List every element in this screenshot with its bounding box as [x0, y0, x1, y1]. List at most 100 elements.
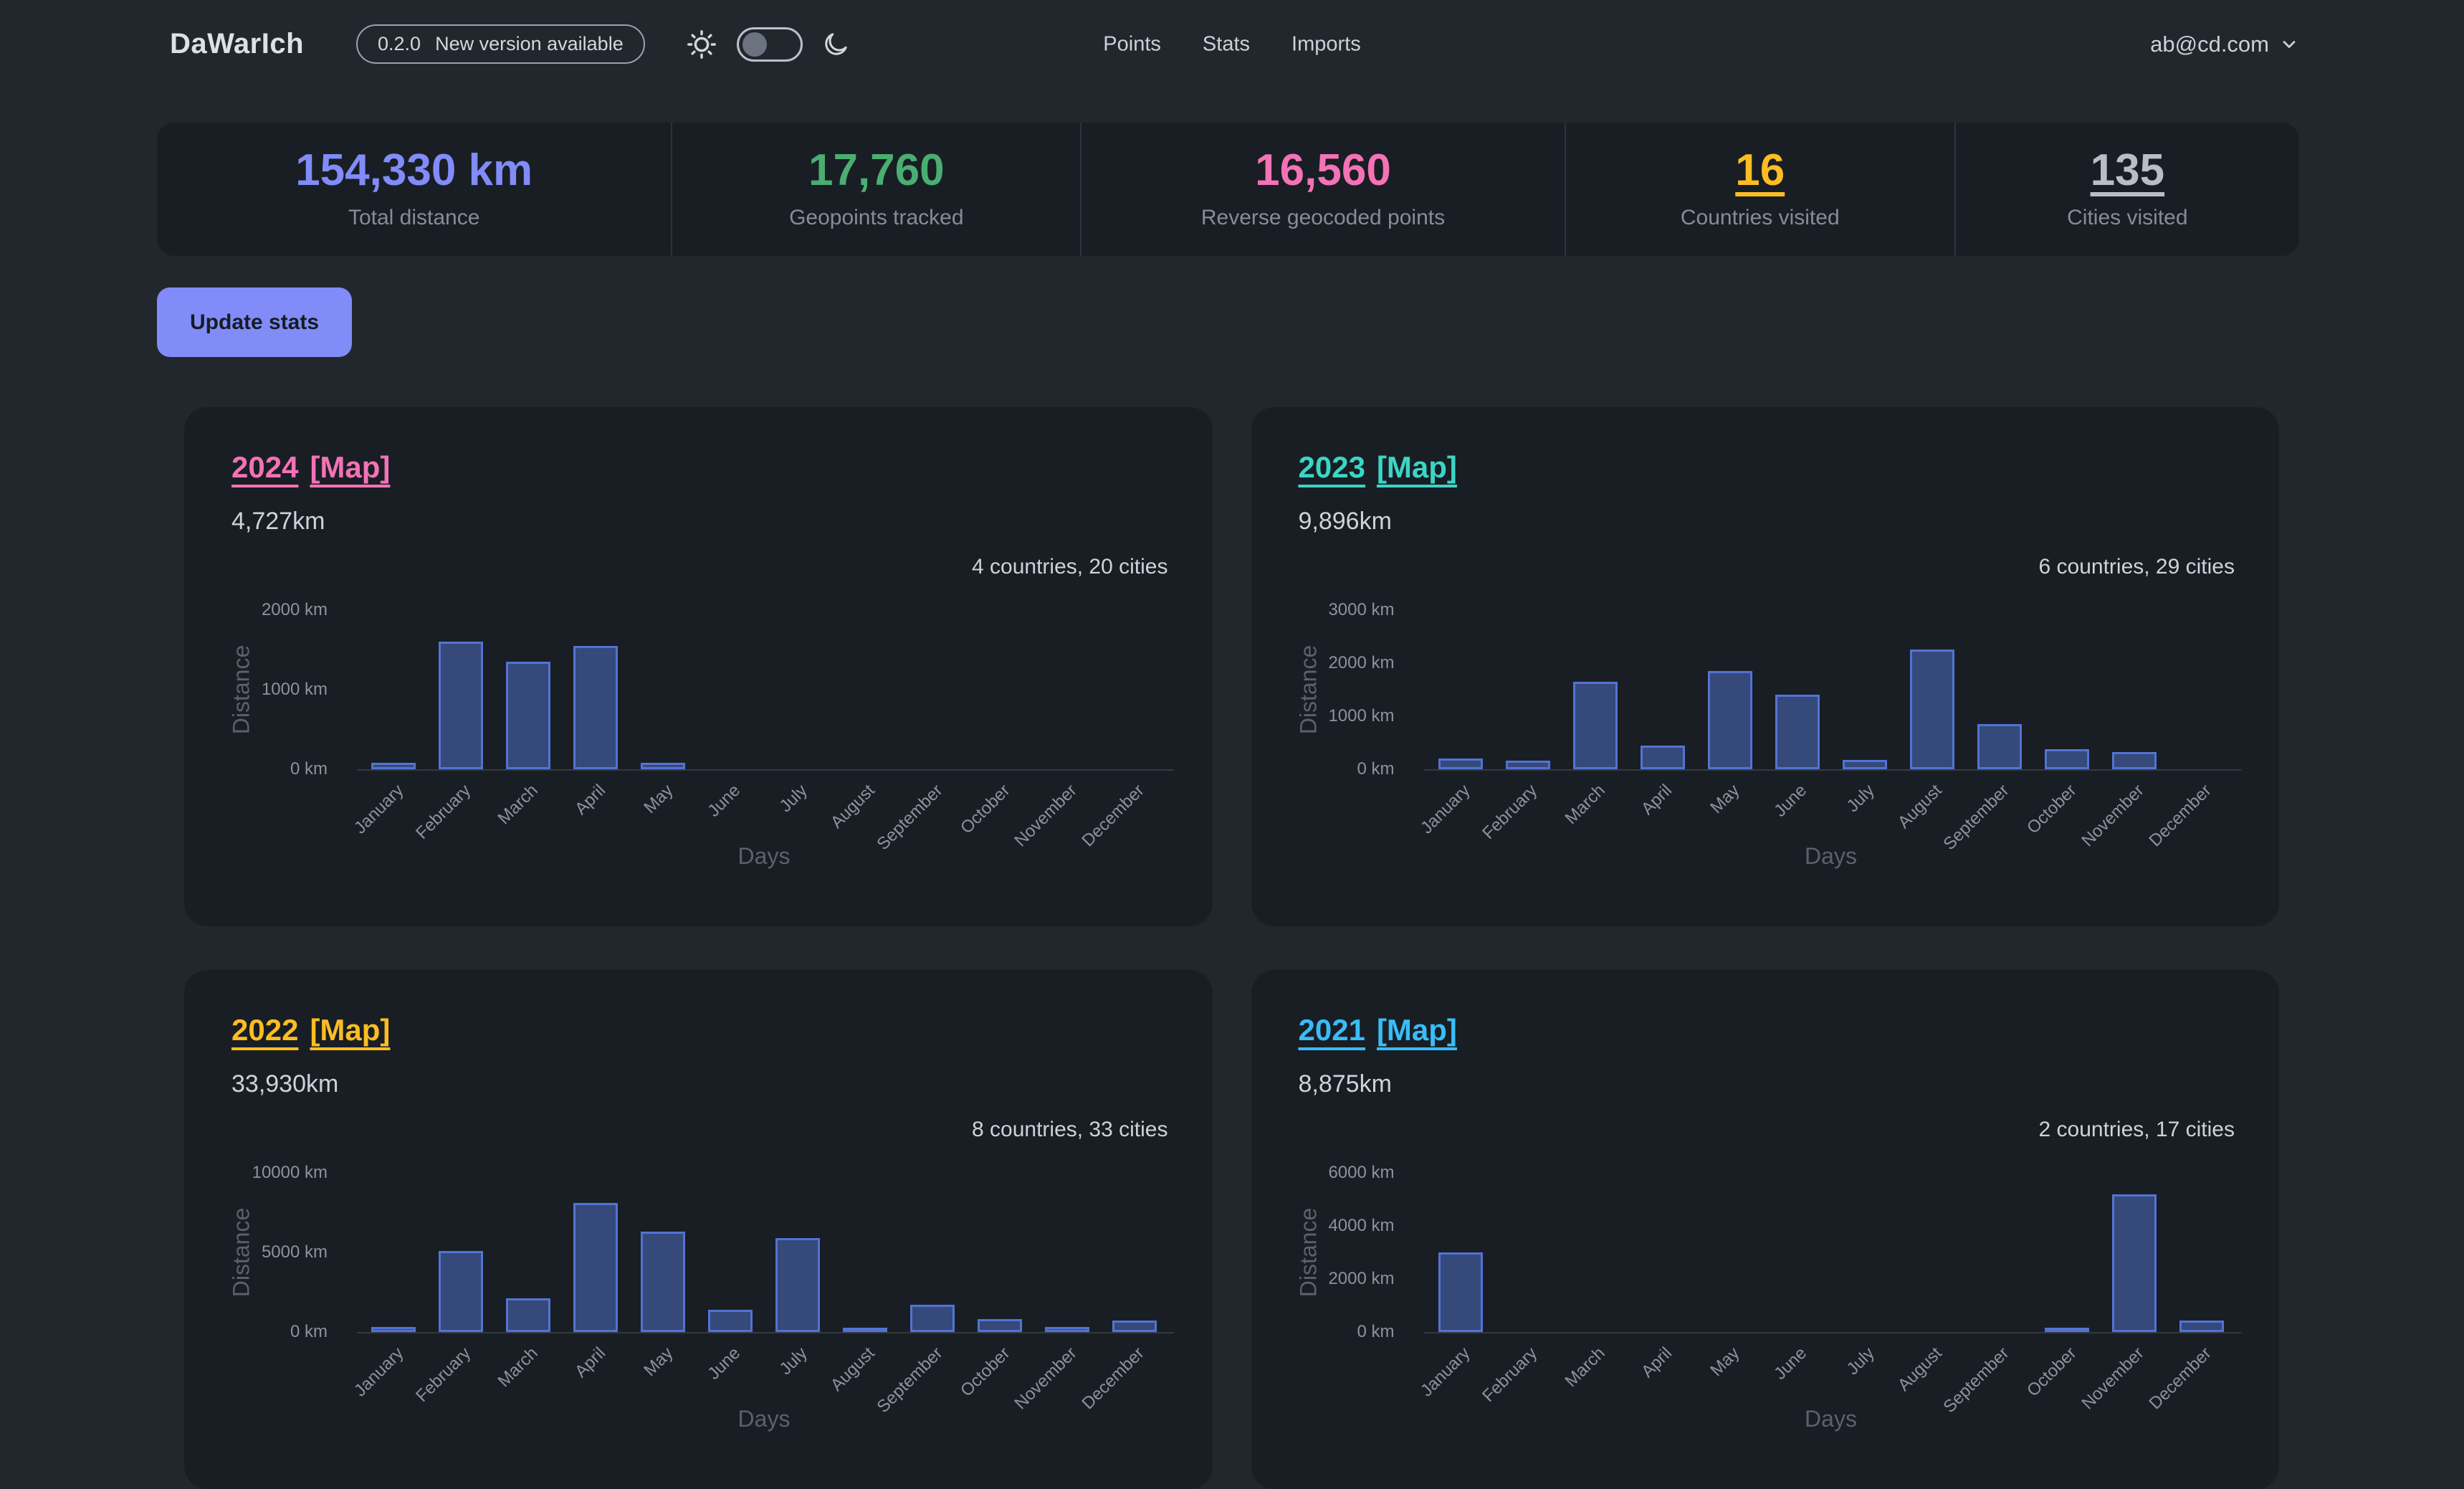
y-axis-tick: 0 km: [1280, 759, 1395, 779]
x-tick-label: February: [1479, 781, 1542, 844]
y-axis-tick: 0 km: [1280, 1322, 1395, 1342]
x-tick-label: October: [2023, 781, 2081, 838]
stats-row: 154,330 km Total distance 17,760Geopoints …: [157, 123, 2299, 256]
y-axis-tick: 0 km: [213, 1322, 328, 1342]
y-axis-tick: 3000 km: [1280, 600, 1395, 620]
stat-value[interactable]: 16: [1735, 148, 1785, 193]
y-axis-title: Distance: [1295, 645, 1322, 735]
bar-october: [2045, 749, 2089, 769]
user-email: ab@cd.com: [2150, 32, 2269, 57]
y-axis-title: Distance: [229, 1208, 255, 1298]
moon-icon: [821, 30, 850, 59]
bar-november: [1045, 1327, 1089, 1332]
x-axis-line: [1424, 769, 2241, 771]
version-number: 0.2.0: [378, 33, 421, 55]
x-tick-label: April: [571, 781, 610, 819]
x-tick-label: April: [1638, 781, 1677, 819]
user-menu[interactable]: ab@cd.com: [2150, 32, 2299, 57]
bar-may: [641, 1232, 685, 1332]
nav-item-points[interactable]: Points: [1103, 32, 1161, 56]
year-card-2023: 2023[Map]9,896km6 countries, 29 cities0 …: [1251, 407, 2280, 926]
sun-icon: [685, 28, 718, 61]
bar-may: [641, 763, 685, 769]
stat-label: Cities visited: [2067, 206, 2187, 230]
nav-item-stats[interactable]: Stats: [1203, 32, 1250, 56]
x-tick-label: March: [495, 1343, 543, 1392]
x-tick-label: June: [704, 781, 745, 822]
x-tick-label: August: [1894, 781, 1947, 833]
y-axis-tick: 10000 km: [213, 1163, 328, 1183]
x-tick-label: August: [827, 781, 879, 833]
year-cards-grid: 2024[Map]4,727km4 countries, 20 cities0 …: [184, 407, 2279, 1489]
stat-item-1: 154,330 km Total distance: [157, 123, 671, 256]
bar-april: [573, 1203, 618, 1332]
main-nav: Points Stats Imports: [1103, 32, 1360, 56]
y-axis-title: Distance: [229, 645, 255, 735]
x-tick-label: September: [1939, 781, 2013, 855]
x-axis-line: [1424, 1332, 2241, 1333]
stat-value: 17,760: [808, 148, 945, 193]
bar-february: [439, 642, 483, 769]
bar-february: [439, 1251, 483, 1332]
y-axis-title: Distance: [1295, 1208, 1322, 1298]
x-tick-label: January: [350, 1343, 408, 1401]
x-tick-label: September: [873, 781, 947, 855]
distance-chart-2023[interactable]: 0 km1000 km2000 km3000 kmDistanceDaysJan…: [1251, 407, 2280, 926]
distance-chart-2021[interactable]: 0 km2000 km4000 km6000 kmDistanceDaysJan…: [1251, 970, 2280, 1489]
x-tick-label: June: [1771, 781, 1812, 822]
x-axis-line: [357, 769, 1174, 771]
header: DaWarIch 0.2.0 New version available Poi…: [0, 0, 2464, 88]
theme-controls: [685, 27, 850, 62]
bar-march: [506, 662, 550, 769]
distance-chart-2022[interactable]: 0 km5000 km10000 kmDistanceDaysJanuaryFe…: [184, 970, 1213, 1489]
x-tick-label: November: [1011, 781, 1081, 851]
x-tick-label: May: [640, 1343, 677, 1381]
y-axis-tick: 6000 km: [1280, 1163, 1395, 1183]
x-tick-label: January: [350, 781, 408, 838]
stat-value[interactable]: 135: [2091, 148, 2164, 193]
x-axis-title: Days: [1805, 1406, 1857, 1432]
theme-toggle-knob: [742, 32, 767, 57]
x-axis-title: Days: [738, 1406, 791, 1432]
bar-april: [573, 646, 618, 769]
x-tick-label: December: [2145, 1343, 2215, 1414]
x-tick-label: January: [1417, 781, 1474, 838]
stat-item-3: 16,560Reverse geocoded points: [1080, 123, 1565, 256]
distance-chart-2024[interactable]: 0 km1000 km2000 kmDistanceDaysJanuaryFeb…: [184, 407, 1213, 926]
x-tick-label: October: [957, 781, 1014, 838]
x-tick-label: October: [957, 1343, 1014, 1401]
x-tick-label: August: [1894, 1343, 1947, 1396]
nav-item-imports[interactable]: Imports: [1291, 32, 1361, 56]
app-logo[interactable]: DaWarIch: [170, 28, 304, 60]
stat-value: 154,330 km: [295, 148, 533, 193]
bar-january: [371, 1327, 416, 1332]
x-tick-label: December: [2145, 781, 2215, 851]
x-tick-label: July: [1843, 781, 1878, 817]
x-tick-label: November: [2078, 1343, 2148, 1414]
bar-april: [1641, 746, 1685, 769]
bar-december: [2179, 1321, 2224, 1332]
theme-toggle[interactable]: [737, 27, 803, 62]
bar-may: [1708, 671, 1752, 769]
x-axis-line: [357, 1332, 1174, 1333]
x-tick-label: February: [412, 781, 475, 844]
update-stats-button[interactable]: Update stats: [157, 287, 352, 357]
chevron-down-icon: [2279, 34, 2299, 54]
bar-september: [1977, 724, 2022, 769]
x-tick-label: March: [1561, 1343, 1609, 1392]
bar-february: [1506, 761, 1550, 769]
bar-november: [2112, 1194, 2157, 1332]
bar-august: [1910, 650, 1954, 769]
x-tick-label: November: [2078, 781, 2148, 851]
stat-label: Total distance: [348, 206, 479, 230]
stat-label: Reverse geocoded points: [1201, 206, 1445, 230]
version-badge[interactable]: 0.2.0 New version available: [356, 24, 645, 64]
bar-january: [1438, 1252, 1483, 1332]
bar-october: [2045, 1328, 2089, 1332]
stat-item-2: 17,760Geopoints tracked: [671, 123, 1080, 256]
x-tick-label: May: [1706, 1343, 1744, 1381]
x-tick-label: November: [1011, 1343, 1081, 1414]
bar-november: [2112, 752, 2157, 769]
bar-january: [371, 763, 416, 769]
x-axis-title: Days: [738, 843, 791, 870]
